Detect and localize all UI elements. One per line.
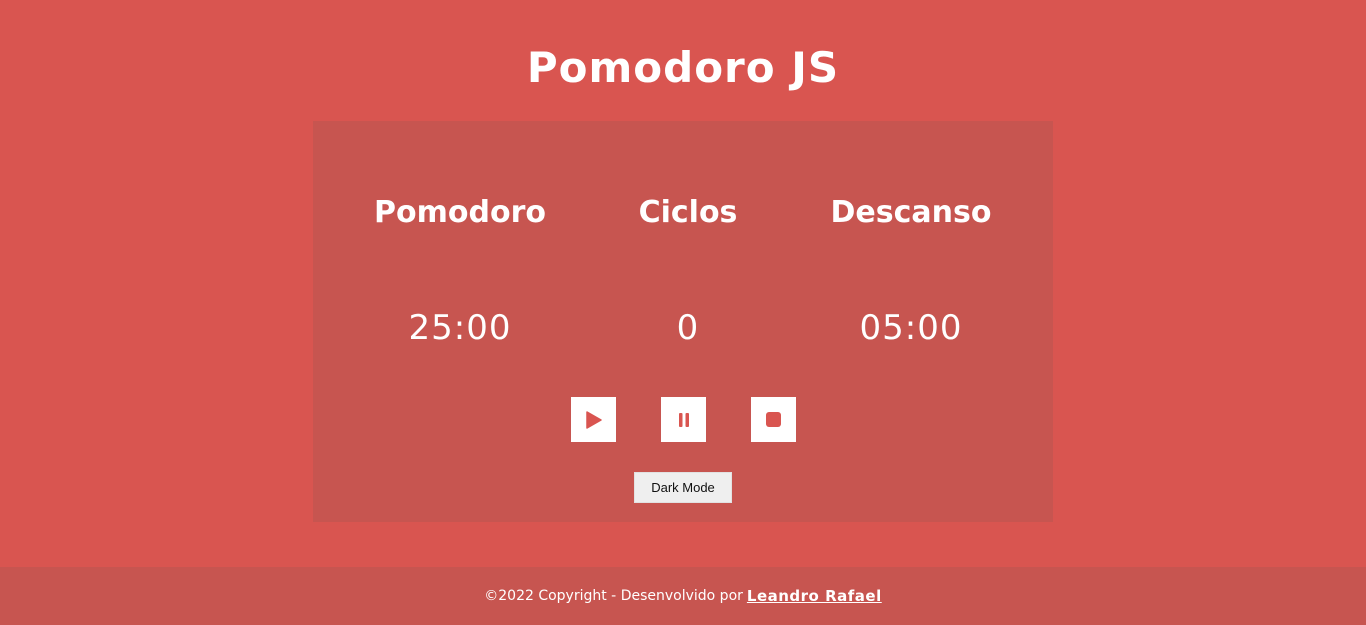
stop-button[interactable] — [751, 397, 796, 442]
rest-label: Descanso — [830, 195, 992, 230]
pomodoro-label: Pomodoro — [374, 195, 546, 230]
play-button[interactable] — [571, 397, 616, 442]
dark-mode-button[interactable]: Dark Mode — [634, 472, 732, 503]
footer-copyright: ©2022 Copyright - Desenvolvido por — [484, 588, 743, 604]
stop-icon — [766, 412, 781, 427]
author-link[interactable]: Leandro Rafael — [747, 587, 882, 605]
pomodoro-time: 25:00 — [408, 308, 512, 348]
rest-time: 05:00 — [859, 308, 963, 348]
cycles-count: 0 — [676, 308, 700, 348]
pause-button[interactable] — [661, 397, 706, 442]
pause-icon — [678, 412, 689, 427]
cycles-label: Ciclos — [638, 195, 738, 230]
footer: ©2022 Copyright - Desenvolvido por Leand… — [0, 567, 1366, 625]
app-title: Pomodoro JS — [526, 43, 840, 92]
play-icon — [585, 410, 602, 429]
page: Pomodoro JS Pomodoro Ciclos Descanso 25:… — [0, 0, 1366, 625]
